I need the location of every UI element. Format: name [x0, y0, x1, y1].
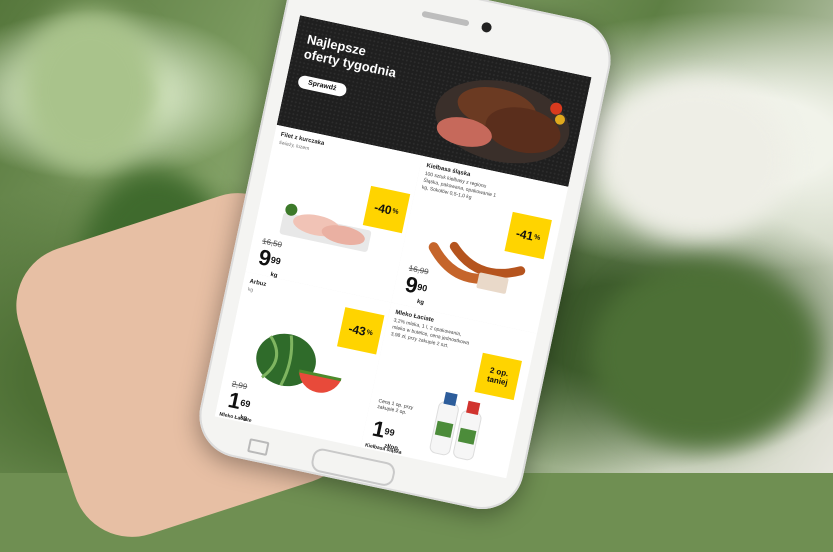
- steak-image: [435, 80, 570, 164]
- hero-title: Najlepsze oferty tygodnia: [302, 31, 398, 81]
- milk-bottles-image: [429, 391, 482, 461]
- price: 999 kg: [256, 244, 283, 279]
- price: 199 zł/op.: [370, 416, 400, 453]
- price: 169 kg: [226, 387, 252, 422]
- discount-value: -43: [347, 321, 368, 339]
- building-blob: [600, 80, 790, 240]
- price: 990 kg: [403, 271, 429, 306]
- discount-value: -40: [373, 200, 393, 218]
- discount-value: -41: [514, 226, 535, 244]
- chicken-image: [279, 203, 372, 252]
- price-note: Cena 1 op. przy zakupie 2 op.: [376, 398, 414, 417]
- foliage-blob: [20, 10, 160, 170]
- product-sub: kg: [247, 286, 254, 294]
- promo-text: 2 op. taniej: [486, 365, 510, 388]
- watermelon-image: [256, 333, 342, 393]
- foliage-blob: [590, 260, 820, 450]
- check-button[interactable]: Sprawdź: [296, 74, 348, 98]
